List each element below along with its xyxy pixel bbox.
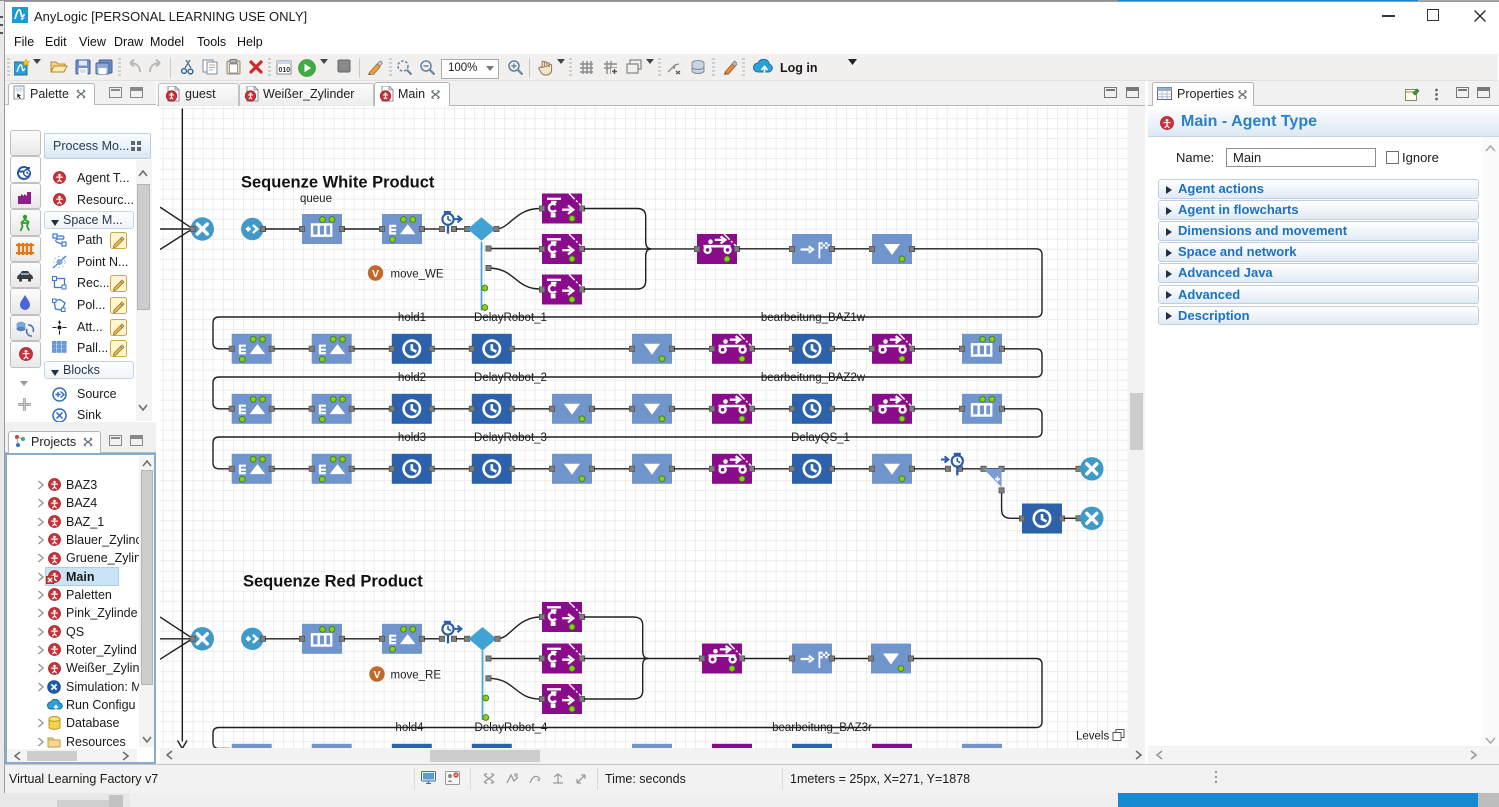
svg-text:queue: queue [300,193,332,205]
svg-text:DelayQS_1: DelayQS_1 [791,432,850,444]
svg-text:Levels: Levels [1076,730,1109,742]
svg-text:DelayRobot_2: DelayRobot_2 [474,372,547,384]
svg-text:hold4: hold4 [395,722,424,734]
svg-text:DelayRobot_1: DelayRobot_1 [474,312,547,324]
svg-text:bearbeitung_BAZ3r: bearbeitung_BAZ3r [772,722,872,734]
svg-text:Sequenze White Product: Sequenze White Product [241,173,435,191]
svg-text:010: 010 [279,67,291,74]
svg-text:V: V [372,268,379,280]
svg-text:DelayRobot_4: DelayRobot_4 [475,722,548,734]
svg-text:hold3: hold3 [398,432,426,444]
svg-text:move_RE: move_RE [391,669,442,681]
svg-text:bearbeitung_BAZ2w: bearbeitung_BAZ2w [761,372,866,384]
svg-text:V: V [373,669,380,681]
svg-text:hold1: hold1 [398,312,426,324]
svg-text:DelayRobot_3: DelayRobot_3 [474,432,547,444]
svg-text:bearbeitung_BAZ1w: bearbeitung_BAZ1w [761,312,866,324]
svg-text:Sequenze Red Product: Sequenze Red Product [243,572,423,590]
svg-text:hold2: hold2 [398,372,426,384]
svg-text:move_WE: move_WE [391,268,444,280]
